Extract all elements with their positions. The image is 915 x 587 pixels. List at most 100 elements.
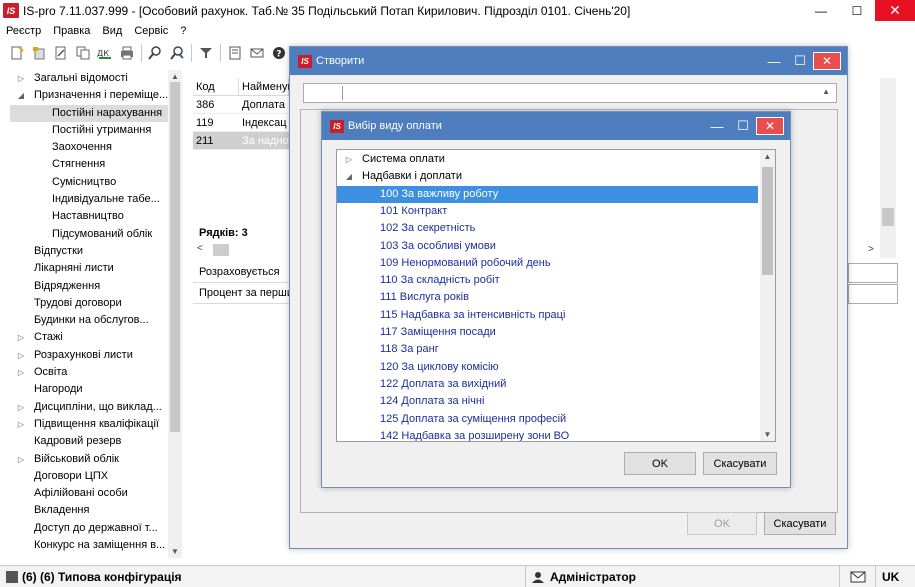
help-icon[interactable]: ? [268, 42, 290, 64]
tree-scroll-thumb[interactable] [170, 82, 180, 432]
tree-item[interactable]: Конкурс на заміщення в... [10, 537, 182, 554]
find-icon[interactable] [145, 42, 167, 64]
maximize-button[interactable]: ☐ [839, 0, 875, 21]
tree-item[interactable]: ▷ Загальні відомості [10, 70, 182, 87]
payment-list-scroll-thumb[interactable] [762, 167, 773, 275]
tree-item[interactable]: ▷ Дисципліни, що виклад... [10, 399, 182, 416]
tree-scrollbar[interactable]: ▲ ▼ [168, 70, 182, 558]
new-group-icon[interactable] [28, 42, 50, 64]
list-group[interactable]: ◢ Надбавки і доплати [337, 168, 760, 185]
minimize-button[interactable]: — [803, 0, 839, 21]
chevron-up-icon[interactable]: ▲ [822, 87, 830, 96]
tree-item[interactable]: Індивідуальне табе... [10, 191, 182, 208]
list-item[interactable]: 103 За особливі умови [337, 238, 758, 255]
close-button[interactable]: ✕ [875, 0, 915, 21]
expand-arrow-icon[interactable]: ▷ [16, 347, 26, 364]
detail-field[interactable] [848, 263, 898, 283]
tree-item[interactable]: ▷ Військовий облік [10, 451, 182, 468]
scroll-right-icon[interactable]: > [868, 244, 874, 255]
print-icon[interactable] [116, 42, 138, 64]
grid-vscrollbar[interactable] [880, 78, 896, 258]
mail-icon[interactable] [246, 42, 268, 64]
detail-field[interactable] [848, 284, 898, 304]
status-language[interactable]: UK [876, 566, 905, 587]
copy-icon[interactable] [72, 42, 94, 64]
expand-arrow-icon[interactable]: ▷ [16, 364, 26, 381]
ok-button[interactable]: OK [624, 452, 696, 475]
list-item[interactable]: 110 За складність робіт [337, 272, 758, 289]
tree-item[interactable]: Відпустки [10, 243, 182, 260]
tree-item[interactable]: Постійні нарахування [10, 104, 182, 122]
table-row[interactable]: 119 Індексац [193, 114, 289, 132]
expand-arrow-icon[interactable]: ▷ [344, 151, 354, 168]
column-header-name[interactable]: Найменув [239, 78, 293, 95]
tree-item[interactable]: Заохочення [10, 139, 182, 156]
filter-icon[interactable] [195, 42, 217, 64]
close-button[interactable]: ✕ [756, 117, 784, 135]
menu-view[interactable]: Вид [96, 25, 128, 37]
expand-arrow-icon[interactable]: ▷ [16, 70, 26, 87]
menu-service[interactable]: Сервіс [128, 25, 174, 37]
cancel-button[interactable]: Скасувати [703, 452, 777, 475]
tree-item[interactable]: Стягнення [10, 156, 182, 173]
menu-help[interactable]: ? [174, 25, 192, 37]
form-icon[interactable] [224, 42, 246, 64]
list-group[interactable]: ▷ Система оплати [337, 151, 760, 168]
mail-icon[interactable] [840, 566, 876, 587]
tree-item[interactable]: Договори ЦПХ [10, 468, 182, 485]
list-item[interactable]: 115 Надбавка за інтенсивність праці [337, 307, 758, 324]
tree-item[interactable]: Трудові договори [10, 295, 182, 312]
list-item[interactable]: 118 За ранг [337, 341, 758, 358]
find-next-icon[interactable] [166, 42, 188, 64]
table-row[interactable]: 386 Доплата [193, 96, 289, 114]
list-item[interactable]: 111 Вислуга років [337, 289, 758, 306]
tree-item[interactable]: Афілійовані особи [10, 485, 182, 502]
payment-list-scrollbar[interactable]: ▲ ▼ [760, 150, 775, 441]
dk-icon[interactable]: ДК [94, 42, 116, 64]
minimize-button[interactable]: — [761, 50, 787, 72]
expand-arrow-icon[interactable]: ▷ [16, 416, 26, 433]
list-item[interactable]: 100 За важливу роботу [337, 185, 758, 203]
expand-arrow-icon[interactable]: ▷ [16, 451, 26, 468]
tree-item[interactable]: Сумісництво [10, 174, 182, 191]
tree-item[interactable]: Відрядження [10, 278, 182, 295]
scroll-down-icon[interactable]: ▼ [760, 430, 775, 439]
close-button[interactable]: ✕ [813, 52, 841, 70]
list-item[interactable]: 102 За секретність [337, 220, 758, 237]
grid-hscroll-thumb[interactable] [213, 244, 229, 256]
tree-item[interactable]: Доступ до державної т... [10, 520, 182, 537]
menu-edit[interactable]: Правка [47, 25, 96, 37]
edit-icon[interactable] [50, 42, 72, 64]
list-item[interactable]: 117 Заміщення посади [337, 324, 758, 341]
list-item[interactable]: 142 Надбавка за розширену зони ВО [337, 428, 758, 441]
tree-item[interactable]: Наставництво [10, 208, 182, 225]
tree-item[interactable]: Лікарняні листи [10, 260, 182, 277]
tree-item[interactable]: Будинки на обслугов... [10, 312, 182, 329]
tree-item[interactable]: Постійні утримання [10, 122, 182, 139]
new-doc-icon[interactable] [6, 42, 28, 64]
list-item[interactable]: 124 Доплата за нічні [337, 393, 758, 410]
column-header-code[interactable]: Код [193, 78, 239, 95]
tree-item[interactable]: ▷ Підвищення кваліфікації [10, 416, 182, 433]
minimize-button[interactable]: — [704, 115, 730, 137]
expand-arrow-icon[interactable]: ▷ [16, 399, 26, 416]
list-item[interactable]: 101 Контракт [337, 203, 758, 220]
tree-item[interactable]: Вкладення [10, 502, 182, 519]
table-row[interactable]: 211 За надно [193, 132, 289, 150]
tree-item[interactable]: ◢ Призначення і переміще... [10, 87, 182, 104]
tree-item[interactable]: Нагороди [10, 381, 182, 398]
collapse-arrow-icon[interactable]: ◢ [344, 168, 354, 185]
grid-vscroll-thumb[interactable] [882, 208, 894, 226]
maximize-button[interactable]: ☐ [787, 50, 813, 72]
cancel-button[interactable]: Скасувати [764, 512, 836, 535]
maximize-button[interactable]: ☐ [730, 115, 756, 137]
scroll-up-icon[interactable]: ▲ [760, 152, 775, 161]
tree-item[interactable]: Кадровий резерв [10, 433, 182, 450]
list-item[interactable]: 120 За циклову комісію [337, 359, 758, 376]
tree-item[interactable]: Підсумований облік [10, 226, 182, 243]
tree-item[interactable]: ▷ Освіта [10, 364, 182, 381]
scroll-up-icon[interactable]: ▲ [168, 72, 182, 81]
collapse-arrow-icon[interactable]: ◢ [16, 87, 26, 104]
list-item[interactable]: 109 Ненормований робочий день [337, 255, 758, 272]
tree-item[interactable]: ▷ Стажі [10, 329, 182, 346]
